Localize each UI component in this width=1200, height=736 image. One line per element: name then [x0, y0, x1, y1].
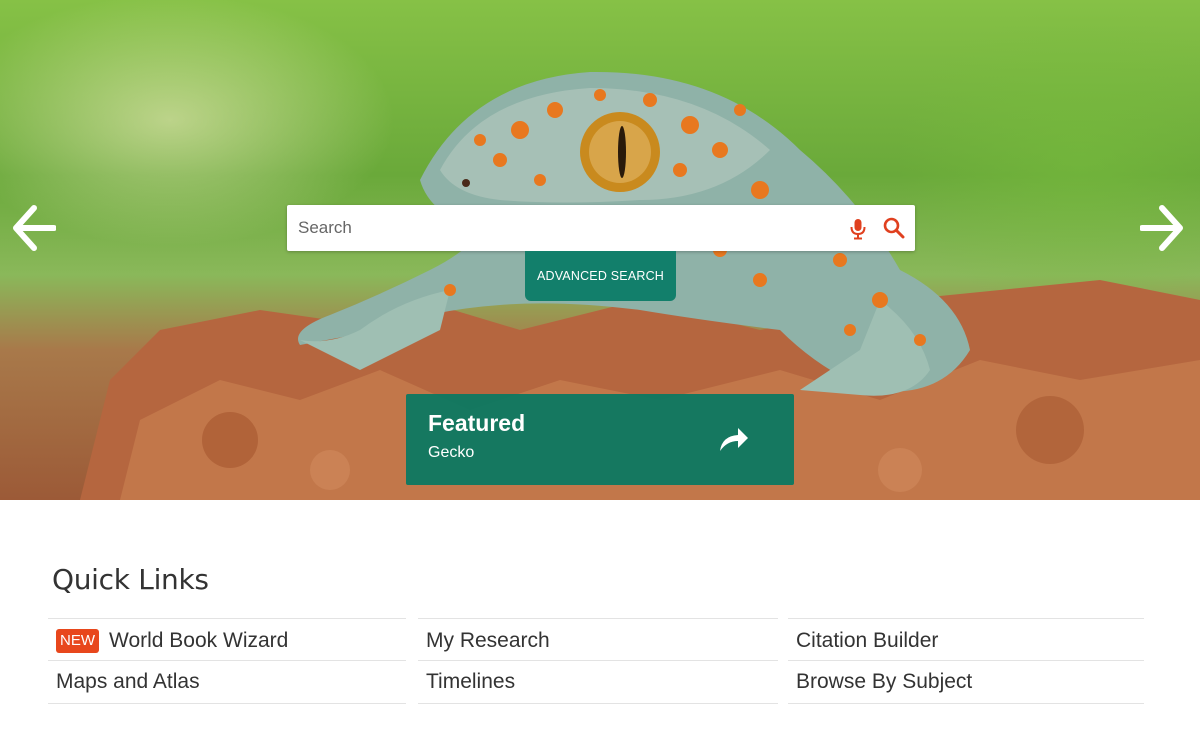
search-input[interactable]	[287, 205, 827, 251]
arrow-left-icon	[13, 205, 56, 251]
quick-link-timelines[interactable]: Timelines	[418, 660, 778, 704]
quick-link-label: Citation Builder	[796, 628, 939, 652]
featured-title: Featured	[428, 410, 526, 436]
quick-link-label: World Book Wizard	[109, 628, 289, 652]
search-icon	[883, 217, 905, 239]
quick-link-label: My Research	[426, 628, 550, 652]
new-badge: NEW	[56, 628, 99, 653]
quick-link-maps-and-atlas[interactable]: Maps and Atlas	[48, 660, 406, 704]
quick-link-label: Maps and Atlas	[56, 670, 200, 693]
quick-link-label: Browse By Subject	[796, 670, 973, 693]
carousel-prev-button[interactable]	[12, 204, 60, 260]
featured-card[interactable]: Featured Gecko	[406, 394, 794, 485]
microphone-icon	[850, 219, 866, 240]
quick-links-grid: NEW World Book Wizard My Research Citati…	[48, 618, 1148, 708]
quick-links-heading: Quick Links	[52, 563, 209, 596]
search-bar	[287, 205, 915, 251]
quick-link-browse-by-subject[interactable]: Browse By Subject	[788, 660, 1144, 704]
hero-banner: ADVANCED SEARCH Featured Gecko	[0, 0, 1200, 500]
quick-link-world-book-wizard[interactable]: NEW World Book Wizard	[48, 618, 406, 662]
featured-subtitle: Gecko	[428, 444, 475, 461]
search-button[interactable]	[883, 217, 905, 239]
voice-search-button[interactable]	[849, 218, 867, 240]
quick-link-my-research[interactable]: My Research	[418, 618, 778, 662]
quick-link-label: Timelines	[426, 670, 516, 693]
carousel-next-button[interactable]	[1140, 204, 1188, 260]
quick-link-citation-builder[interactable]: Citation Builder	[788, 618, 1144, 662]
advanced-search-button[interactable]: ADVANCED SEARCH	[525, 251, 676, 301]
arrow-right-icon	[1140, 205, 1183, 251]
share-forward-icon[interactable]	[716, 424, 750, 454]
